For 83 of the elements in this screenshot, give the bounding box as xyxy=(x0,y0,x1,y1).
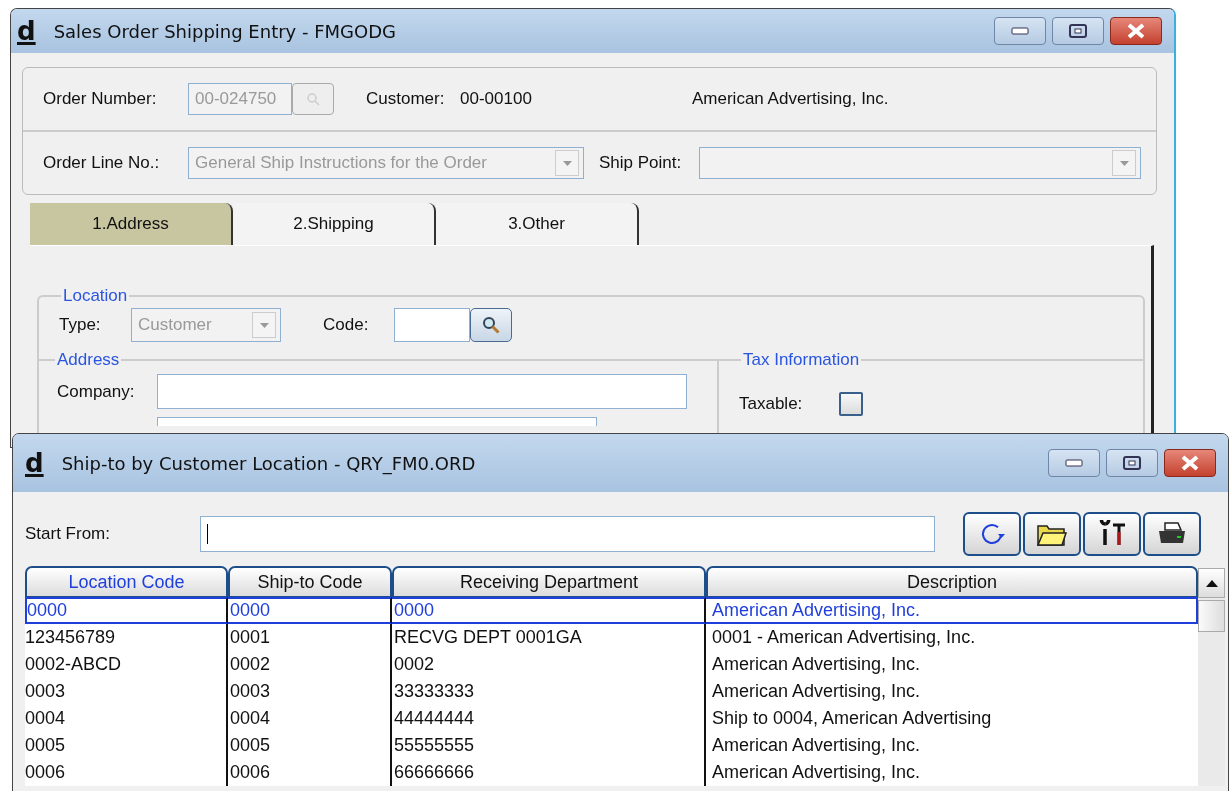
maximize-icon xyxy=(1123,456,1141,470)
app-logo: d xyxy=(25,450,45,476)
column-header[interactable]: Receiving Department xyxy=(392,566,706,597)
taxable-checkbox[interactable] xyxy=(839,392,863,416)
table-cell[interactable]: 0006 xyxy=(228,759,392,786)
field-label: Type: xyxy=(59,315,102,335)
field-label: Company: xyxy=(57,381,136,402)
table-cell[interactable]: American Advertising, Inc. xyxy=(706,678,1198,705)
search-icon xyxy=(306,92,320,106)
table-cell[interactable]: American Advertising, Inc. xyxy=(706,759,1198,786)
field-label: Ship Point: xyxy=(599,153,683,173)
caret-icon xyxy=(1119,160,1129,166)
field-label: Start From: xyxy=(25,524,111,544)
open-folder-button[interactable] xyxy=(1023,512,1081,556)
table-cell[interactable]: 33333333 xyxy=(392,678,706,705)
close-icon xyxy=(1181,455,1199,471)
table-cell[interactable]: 55555555 xyxy=(392,732,706,759)
maximize-button[interactable] xyxy=(1106,449,1158,477)
table-cell[interactable]: 0000 xyxy=(392,597,706,624)
maximize-button[interactable] xyxy=(1052,17,1104,45)
field-label: Customer: xyxy=(366,89,446,109)
field-label: Order Number: xyxy=(43,89,158,109)
search-icon xyxy=(482,316,500,334)
scrollbar[interactable] xyxy=(1198,568,1225,786)
table-cell[interactable]: 0004 xyxy=(25,705,228,732)
scrollbar-thumb[interactable] xyxy=(1198,600,1225,632)
column-header[interactable]: Location Code xyxy=(25,566,228,597)
minimize-icon xyxy=(1065,459,1083,467)
table-cell[interactable]: 0000 xyxy=(228,597,392,624)
caret-icon xyxy=(1205,579,1218,587)
scroll-up-button[interactable] xyxy=(1198,568,1225,598)
table-cell[interactable]: 0005 xyxy=(228,732,392,759)
table-cell[interactable]: 0000 xyxy=(25,597,228,624)
table-cell[interactable]: 0002 xyxy=(392,651,706,678)
table-cell[interactable]: 0005 xyxy=(25,732,228,759)
table-cell[interactable]: American Advertising, Inc. xyxy=(706,732,1198,759)
tab[interactable]: 1.Address xyxy=(30,203,233,245)
column-header[interactable]: Ship-to Code xyxy=(228,566,392,597)
company-field[interactable] xyxy=(157,374,687,409)
close-button[interactable] xyxy=(1164,449,1216,477)
caret-icon xyxy=(259,322,269,328)
column-header[interactable]: Description xyxy=(706,566,1198,597)
table-cell[interactable]: 0006 xyxy=(25,759,228,786)
tools-button[interactable] xyxy=(1083,512,1141,556)
table-cell[interactable]: 0004 xyxy=(228,705,392,732)
table-cell[interactable]: 0001 xyxy=(228,624,392,651)
table-cell[interactable]: 66666666 xyxy=(392,759,706,786)
caret-icon xyxy=(562,160,572,166)
table-cell[interactable]: 0003 xyxy=(25,678,228,705)
table-cell[interactable]: American Advertising, Inc. xyxy=(706,597,1198,624)
minimize-icon xyxy=(1011,27,1029,35)
start-from-field[interactable] xyxy=(200,516,935,552)
field-label: Order Line No.: xyxy=(43,153,161,173)
table-cell[interactable]: 44444444 xyxy=(392,705,706,732)
field-label: Code: xyxy=(323,315,370,335)
print-button[interactable] xyxy=(1143,512,1201,556)
code-field[interactable] xyxy=(394,308,470,342)
table-cell[interactable]: 0003 xyxy=(228,678,392,705)
table-cell[interactable]: RECVG DEPT 0001GA xyxy=(392,624,706,651)
table-cell[interactable]: American Advertising, Inc. xyxy=(706,651,1198,678)
close-icon xyxy=(1127,23,1145,39)
search-button[interactable] xyxy=(470,308,512,342)
tools-icon xyxy=(1098,520,1126,548)
customer-code: 00-00100 xyxy=(460,89,533,109)
window-title: Sales Order Shipping Entry - FMGODG xyxy=(53,20,397,42)
table-cell[interactable]: 0001 - American Advertising, Inc. xyxy=(706,624,1198,651)
minimize-button[interactable] xyxy=(1048,449,1100,477)
table-cell[interactable]: 0002 xyxy=(228,651,392,678)
group-title: Location xyxy=(62,286,129,306)
group-title: Address xyxy=(56,350,121,370)
customer-name: American Advertising, Inc. xyxy=(692,89,889,109)
app-logo: d xyxy=(17,18,37,44)
maximize-icon xyxy=(1069,24,1087,38)
field-label: Taxable: xyxy=(739,394,804,414)
table-cell[interactable]: 0002-ABCD xyxy=(25,651,228,678)
refresh-button[interactable] xyxy=(963,512,1021,556)
table-cell[interactable]: 123456789 xyxy=(25,624,228,651)
window-title: Ship-to by Customer Location - QRY_FM0.ORD xyxy=(61,452,477,474)
close-button[interactable] xyxy=(1110,17,1162,45)
address-field[interactable] xyxy=(157,417,597,426)
table-cell[interactable]: Ship to 0004, American Advertising xyxy=(706,705,1198,732)
minimize-button[interactable] xyxy=(994,17,1046,45)
group-title: Tax Information xyxy=(742,350,861,370)
